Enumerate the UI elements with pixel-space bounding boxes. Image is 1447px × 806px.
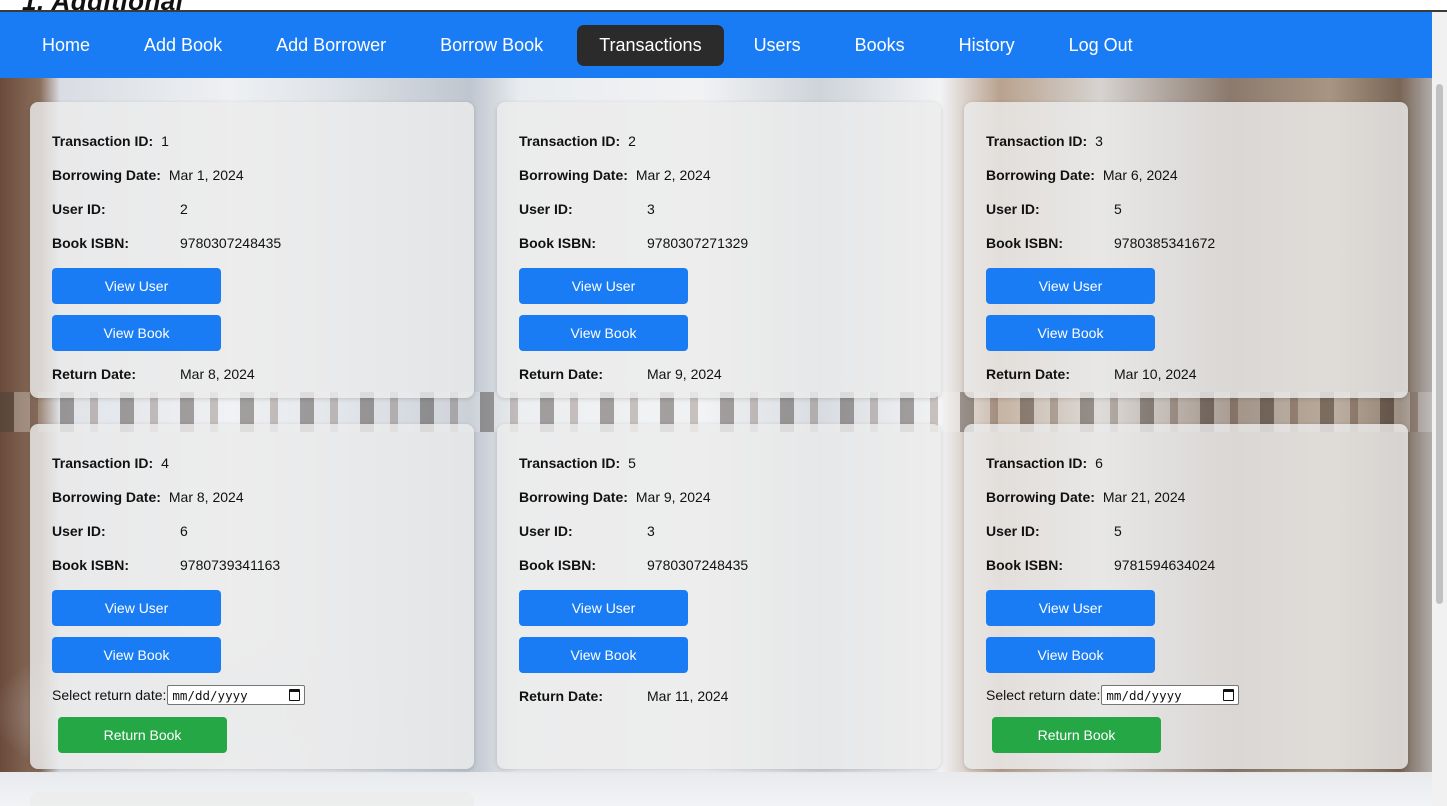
return-date-value: Mar 9, 2024 — [647, 366, 722, 382]
nav-users[interactable]: Users — [734, 25, 825, 66]
user-id-label: User ID: — [519, 201, 573, 217]
view-book-button[interactable]: View Book — [519, 637, 688, 673]
book-isbn-label: Book ISBN: — [986, 557, 1063, 573]
nav-add-book[interactable]: Add Book — [124, 25, 246, 66]
nav-home[interactable]: Home — [22, 25, 114, 66]
book-isbn-label: Book ISBN: — [519, 557, 596, 573]
view-user-button[interactable]: View User — [52, 590, 221, 626]
view-user-button[interactable]: View User — [519, 268, 688, 304]
app-frame: Home Add Book Add Borrower Borrow Book T… — [0, 10, 1447, 806]
user-id-value: 3 — [647, 201, 655, 217]
transaction-id-value: 3 — [1095, 133, 1103, 149]
date-placeholder: mm/dd/yyyy — [172, 687, 248, 703]
transaction-id-value: 6 — [1095, 455, 1103, 471]
borrowing-date-value: Mar 1, 2024 — [168, 167, 244, 183]
transaction-card-partial — [30, 792, 474, 806]
transaction-card: Transaction ID: 4 Borrowing Date: Mar 8, 2… — [30, 424, 474, 769]
borrowing-date-value: Mar 9, 2024 — [635, 489, 711, 505]
borrowing-date-label: Borrowing Date: — [986, 489, 1095, 505]
user-id-value: 2 — [180, 201, 188, 217]
view-book-button[interactable]: View Book — [986, 315, 1155, 351]
borrowing-date-label: Borrowing Date: — [519, 489, 628, 505]
nav-transactions[interactable]: Transactions — [577, 24, 724, 66]
view-user-button[interactable]: View User — [986, 590, 1155, 626]
book-isbn-label: Book ISBN: — [519, 235, 596, 251]
page-scrollbar[interactable] — [1432, 12, 1447, 806]
user-id-label: User ID: — [986, 201, 1040, 217]
return-date-value: Mar 8, 2024 — [180, 366, 255, 382]
transaction-id-label: Transaction ID: — [519, 455, 621, 471]
book-isbn-value: 9781594634024 — [1114, 557, 1216, 573]
book-isbn-label: Book ISBN: — [52, 557, 129, 573]
transaction-id-label: Transaction ID: — [986, 455, 1088, 471]
user-id-value: 3 — [647, 523, 655, 539]
book-isbn-label: Book ISBN: — [986, 235, 1063, 251]
return-date-input[interactable]: mm/dd/yyyy — [1101, 685, 1240, 705]
select-return-date-label: Select return date: — [52, 687, 167, 703]
return-date-label: Return Date: — [519, 688, 604, 704]
transaction-id-label: Transaction ID: — [52, 455, 154, 471]
return-date-input[interactable]: mm/dd/yyyy — [167, 685, 306, 705]
borrowing-date-label: Borrowing Date: — [986, 167, 1095, 183]
transaction-id-value: 5 — [628, 455, 636, 471]
user-id-value: 6 — [180, 523, 188, 539]
return-date-label: Return Date: — [52, 366, 137, 382]
transaction-id-value: 1 — [161, 133, 169, 149]
transaction-card: Transaction ID: 6 Borrowing Date: Mar 21, … — [964, 424, 1408, 769]
return-date-value: Mar 10, 2024 — [1114, 366, 1197, 382]
transaction-card: Transaction ID: 1 Borrowing Date: Mar 1, 2… — [30, 102, 474, 398]
view-book-button[interactable]: View Book — [519, 315, 688, 351]
borrowing-date-value: Mar 8, 2024 — [168, 489, 244, 505]
date-placeholder: mm/dd/yyyy — [1106, 687, 1182, 703]
return-date-label: Return Date: — [986, 366, 1071, 382]
transaction-id-value: 4 — [161, 455, 169, 471]
nav-borrow-book[interactable]: Borrow Book — [420, 25, 567, 66]
view-user-button[interactable]: View User — [519, 590, 688, 626]
select-return-date-label: Select return date: — [986, 687, 1101, 703]
return-book-button[interactable]: Return Book — [992, 717, 1161, 753]
view-user-button[interactable]: View User — [986, 268, 1155, 304]
nav-books[interactable]: Books — [835, 25, 929, 66]
user-id-label: User ID: — [519, 523, 573, 539]
user-id-label: User ID: — [52, 201, 106, 217]
user-id-label: User ID: — [986, 523, 1040, 539]
user-id-value: 5 — [1114, 201, 1122, 217]
calendar-icon[interactable] — [1223, 689, 1235, 701]
book-isbn-value: 9780307248435 — [180, 235, 282, 251]
main-navbar: Home Add Book Add Borrower Borrow Book T… — [0, 12, 1432, 78]
return-date-label: Return Date: — [519, 366, 604, 382]
user-id-label: User ID: — [52, 523, 106, 539]
book-isbn-value: 9780739341163 — [180, 557, 281, 573]
transaction-card: Transaction ID: 2 Borrowing Date: Mar 2, 2… — [497, 102, 941, 398]
user-id-value: 5 — [1114, 523, 1122, 539]
view-book-button[interactable]: View Book — [52, 315, 221, 351]
return-book-button[interactable]: Return Book — [58, 717, 227, 753]
view-book-button[interactable]: View Book — [986, 637, 1155, 673]
book-isbn-value: 9780307248435 — [647, 557, 749, 573]
transaction-card: Transaction ID: 5 Borrowing Date: Mar 9, 2… — [497, 424, 941, 769]
borrowing-date-value: Mar 2, 2024 — [635, 167, 711, 183]
transaction-id-label: Transaction ID: — [52, 133, 154, 149]
return-date-value: Mar 11, 2024 — [647, 688, 729, 704]
book-isbn-value: 9780385341672 — [1114, 235, 1216, 251]
book-isbn-label: Book ISBN: — [52, 235, 129, 251]
transaction-id-label: Transaction ID: — [986, 133, 1088, 149]
transaction-id-label: Transaction ID: — [519, 133, 621, 149]
calendar-icon[interactable] — [289, 689, 301, 701]
transaction-card: Transaction ID: 3 Borrowing Date: Mar 6, 2… — [964, 102, 1408, 398]
view-user-button[interactable]: View User — [52, 268, 221, 304]
borrowing-date-value: Mar 6, 2024 — [1102, 167, 1178, 183]
nav-log-out[interactable]: Log Out — [1049, 25, 1157, 66]
borrowing-date-label: Borrowing Date: — [52, 489, 161, 505]
nav-history[interactable]: History — [939, 25, 1039, 66]
borrowing-date-value: Mar 21, 2024 — [1102, 489, 1186, 505]
borrowing-date-label: Borrowing Date: — [519, 167, 628, 183]
borrowing-date-label: Borrowing Date: — [52, 167, 161, 183]
view-book-button[interactable]: View Book — [52, 637, 221, 673]
book-isbn-value: 9780307271329 — [647, 235, 749, 251]
scrollbar-thumb[interactable] — [1436, 84, 1443, 604]
transaction-id-value: 2 — [628, 133, 636, 149]
nav-add-borrower[interactable]: Add Borrower — [256, 25, 410, 66]
